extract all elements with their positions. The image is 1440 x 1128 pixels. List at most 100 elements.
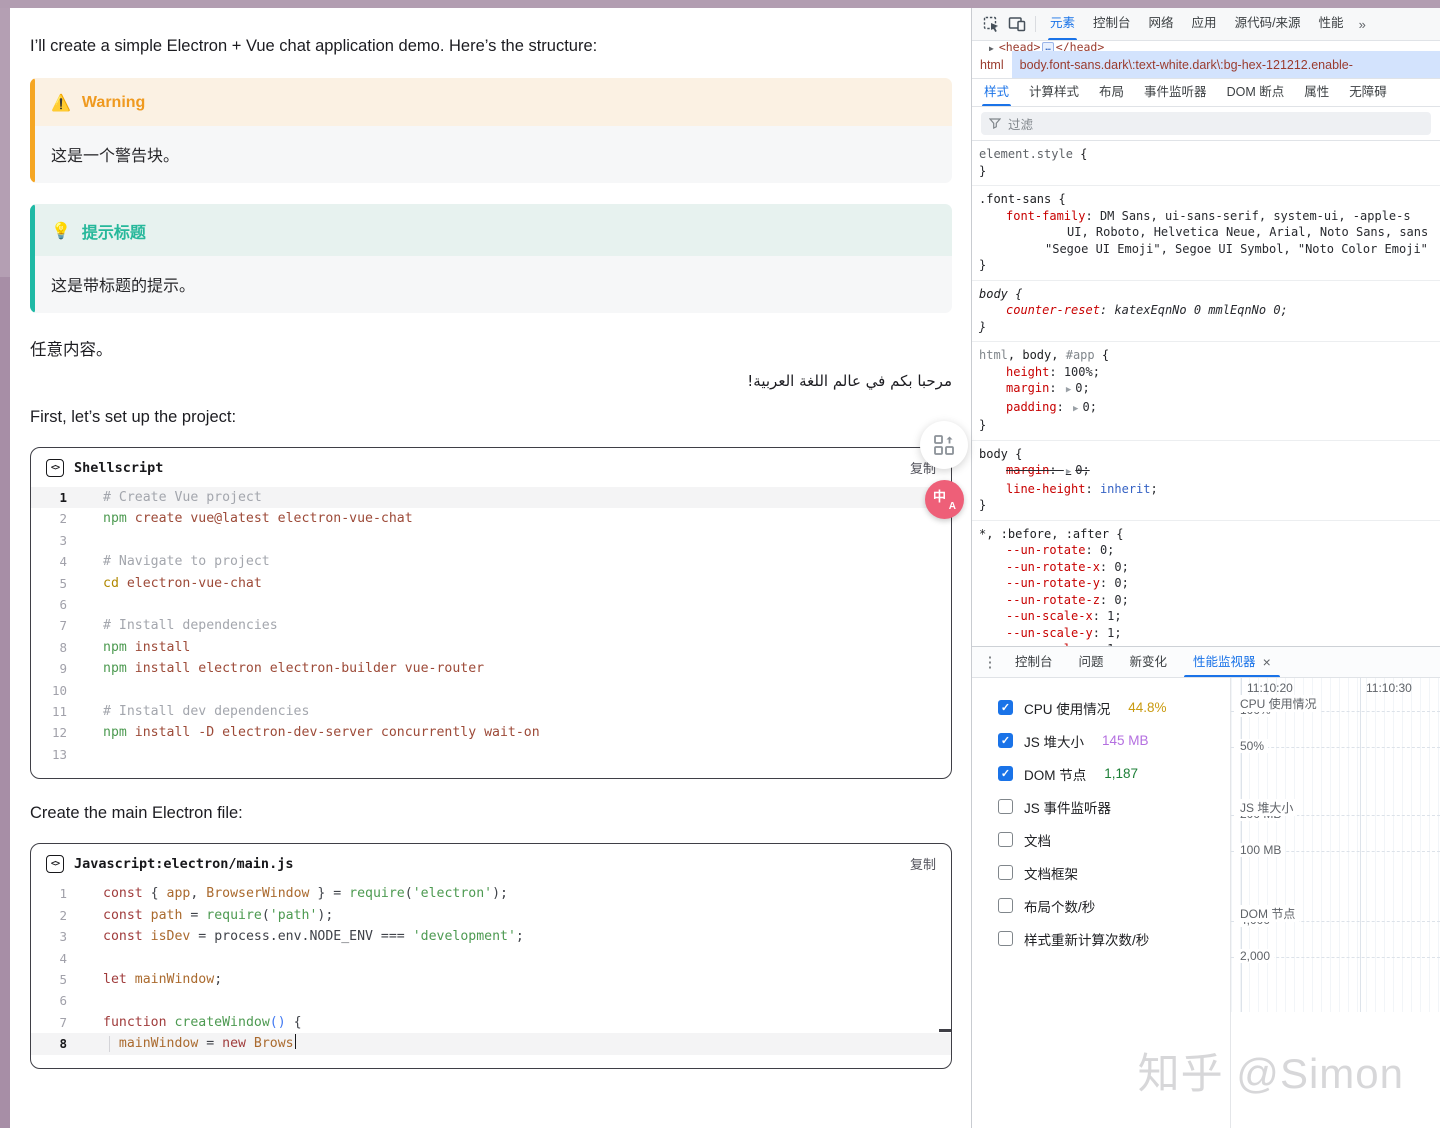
devtools-tab[interactable]: 网络 [1140,8,1183,40]
warning-accent-bar [30,78,35,183]
styles-tab[interactable]: 事件监听器 [1134,79,1217,106]
devtools-tab[interactable]: 元素 [1041,8,1084,40]
code-line: 8npm install [31,637,951,658]
devtools-toolbar: 元素控制台网络应用源代码/来源性能 » [972,8,1440,41]
css-declaration: padding: ▶0; [979,399,1434,418]
gridline-major [1360,678,1361,1012]
css-rule: html, body, #app {height: 100%;margin: ▶… [972,342,1440,441]
code-line: 3const isDev = process.env.NODE_ENV === … [31,926,951,947]
metric-row: ✓CPU 使用情况44.8% [972,691,1230,724]
code-line: 6 [31,990,951,1011]
metric-checkbox[interactable] [998,799,1013,814]
setup-line: First, let’s set up the project: [30,406,952,428]
code-line: 4 [31,948,951,969]
scrollbar-thumb[interactable] [0,277,10,1128]
styles-tab[interactable]: 属性 [1294,79,1339,106]
code-line: 10 [31,680,951,701]
styles-tab[interactable]: 布局 [1089,79,1134,106]
styles-tab-bar: 样式计算样式布局事件监听器DOM 断点属性无障碍 [972,79,1440,107]
code-line: 9npm install electron electron-builder v… [31,658,951,679]
css-declaration: --un-rotate: 0; [979,542,1434,559]
dom-tree-row-head[interactable]: ▶<head>…</head> [972,41,1440,51]
code-line: 12npm install -D electron-dev-server con… [31,722,951,743]
line-number: 9 [31,658,81,679]
css-declaration: margin: ▶0; [979,462,1434,481]
css-declaration: --un-scale-x: 1; [979,608,1434,625]
breadcrumb-item[interactable]: html [972,51,1012,78]
line-number: 4 [31,948,81,969]
styles-filter-input[interactable]: 过滤 [981,112,1431,135]
device-toolbar-icon[interactable] [1004,11,1030,37]
styles-tab[interactable]: DOM 断点 [1217,79,1295,106]
devtools-tab[interactable]: 应用 [1183,8,1226,40]
line-number: 5 [31,573,81,594]
translate-extension-button[interactable]: 中 A [925,480,964,519]
metric-checkbox[interactable]: ✓ [998,733,1013,748]
free-text: 任意内容。 [30,339,952,361]
code-block-title: Javascript:electron/main.js [74,856,293,872]
indent-guide [109,1036,110,1051]
code-block-header: <> Javascript:electron/main.js 复制 [31,844,951,878]
metric-label: JS 事件监听器 [1024,797,1111,817]
inspect-element-icon[interactable] [978,11,1004,37]
line-number: 13 [31,744,81,765]
expand-arrow-icon[interactable]: ▶ [989,44,994,51]
metric-checkbox[interactable] [998,865,1013,880]
metric-checkbox[interactable]: ✓ [998,700,1013,715]
line-number: 1 [31,883,81,904]
metric-value: 44.8% [1128,700,1166,715]
toolbar-separator [1035,16,1036,32]
code-line: 6 [31,594,951,615]
css-declaration: line-height: inherit; [979,481,1434,498]
close-tab-icon[interactable]: × [1263,648,1271,677]
scroll-indicator[interactable] [939,1029,952,1032]
drawer-tab[interactable]: 性能监视器× [1180,647,1284,677]
drawer-tab[interactable]: 控制台 [1002,647,1066,677]
warning-callout: ⚠️ Warning 这是一个警告块。 [30,78,952,183]
devtools-tab[interactable]: 源代码/来源 [1226,8,1310,40]
line-number: 6 [31,990,81,1011]
metric-checkbox[interactable] [998,931,1013,946]
metric-checkbox[interactable]: ✓ [998,766,1013,781]
drawer-tabs: 控制台问题新变化性能监视器× [1002,647,1284,677]
devtools-tab[interactable]: 控制台 [1084,8,1140,40]
code-icon: <> [46,459,64,477]
line-number: 12 [31,722,81,743]
breadcrumb-item[interactable]: body.font-sans.dark\:text-white.dark\:bg… [1012,51,1440,78]
ellipsis-button[interactable]: … [1042,42,1053,51]
screenshot-extension-button[interactable] [920,421,968,469]
filter-funnel-icon [989,118,1001,129]
copy-button[interactable]: 复制 [910,854,936,873]
more-tabs-chevron-icon[interactable]: » [1359,17,1366,32]
tip-header: 💡 提示标题 [30,204,952,256]
metric-row: 文档框架 [972,856,1230,889]
css-rule: element.style {} [972,141,1440,186]
styles-tab[interactable]: 无障碍 [1339,79,1397,106]
metric-value: 145 MB [1102,733,1149,748]
devtools-tab[interactable]: 性能 [1310,8,1353,40]
metric-label: JS 堆大小 [1024,731,1084,751]
line-number: 11 [31,701,81,722]
line-number: 1 [31,487,81,508]
kebab-menu-icon[interactable]: ⋮ [978,653,1002,671]
code-line: 13 [31,744,951,765]
metric-label: DOM 节点 [1024,764,1086,784]
metric-checkbox[interactable] [998,898,1013,913]
metric-checkbox[interactable] [998,832,1013,847]
metric-value: 1,187 [1104,766,1138,781]
warning-icon: ⚠️ [51,93,71,113]
code-line: 11# Install dev dependencies [31,701,951,722]
code-line: 7# Install dependencies [31,615,951,636]
timeline-timestamp: 11:10:20 [1247,681,1293,695]
styles-tab[interactable]: 计算样式 [1019,79,1089,106]
styles-tab[interactable]: 样式 [974,79,1019,106]
drawer-tab[interactable]: 问题 [1066,647,1117,677]
arabic-text: مرحبا بكم في عالم اللغة العربية! [30,370,952,392]
intro-paragraph: I’ll create a simple Electron + Vue chat… [30,35,952,57]
text-cursor [295,1034,297,1049]
code-line: 5cd electron-vue-chat [31,573,951,594]
filter-placeholder: 过滤 [1008,114,1033,133]
css-declaration: --un-rotate-y: 0; [979,575,1434,592]
metric-row: 布局个数/秒 [972,889,1230,922]
drawer-tab[interactable]: 新变化 [1117,647,1181,677]
